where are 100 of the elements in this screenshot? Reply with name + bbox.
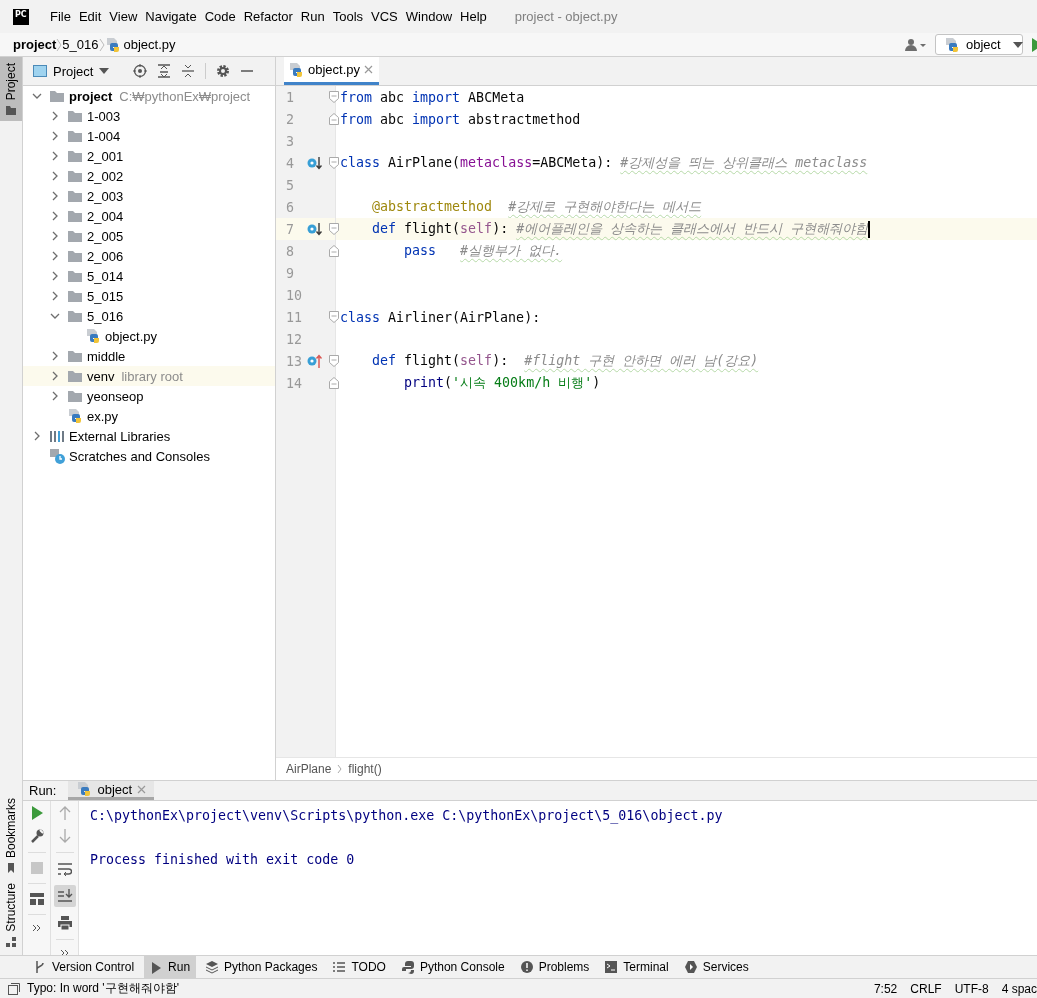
status-item[interactable]: UTF-8: [954, 981, 989, 996]
status-item[interactable]: CRLF: [910, 981, 942, 996]
bookmark-icon: [6, 863, 16, 874]
run-configuration-dropdown[interactable]: object: [935, 34, 1023, 55]
tree-item[interactable]: 2_002: [23, 166, 275, 186]
fold-start-icon[interactable]: [329, 355, 339, 367]
tool-window-tab[interactable]: Structure: [0, 879, 22, 953]
tool-window-button[interactable]: Services: [678, 956, 755, 978]
python-icon: [401, 960, 414, 974]
code-line: class Airliner(AirPlane):: [339, 309, 541, 325]
settings-icon[interactable]: [216, 64, 231, 78]
tool-window-button[interactable]: Python Console: [395, 956, 511, 978]
tree-item[interactable]: 1-003: [23, 106, 275, 126]
tree-item[interactable]: middle: [23, 346, 275, 366]
menu-item[interactable]: Help: [456, 9, 491, 24]
window-icon: [33, 65, 47, 77]
menu-item[interactable]: Navigate: [141, 9, 201, 24]
menu-item[interactable]: Tools: [328, 9, 368, 24]
menu-item[interactable]: File: [46, 9, 75, 24]
print-icon[interactable]: [57, 916, 72, 930]
user-icon[interactable]: [905, 37, 927, 52]
tree-item[interactable]: 5_014: [23, 266, 275, 286]
code-line: print('시속 400km/h 비행'): [403, 374, 601, 392]
tree-item[interactable]: 5_016: [23, 306, 275, 326]
status-item[interactable]: 7:52: [873, 981, 898, 996]
folder-icon: [67, 129, 83, 143]
collapse-all-icon[interactable]: [181, 64, 196, 78]
scroll-to-end-icon[interactable]: [53, 885, 76, 907]
code-line: def flight(self): #flight 구현 안하면 에러 남(강요): [371, 352, 759, 370]
python-file-icon: [288, 61, 304, 78]
tree-item[interactable]: 1-004: [23, 126, 275, 146]
status-item[interactable]: 4 spac: [1001, 981, 1037, 996]
line-number: 7: [286, 221, 294, 237]
tree-item[interactable]: yeonseop: [23, 386, 275, 406]
implemented-marker-icon[interactable]: [307, 156, 322, 171]
line-number: 5: [286, 177, 294, 193]
tree-item[interactable]: External Libraries: [23, 426, 275, 446]
breadcrumb[interactable]: flight(): [348, 762, 382, 776]
text-cursor: [868, 220, 871, 238]
more-icon[interactable]: [31, 924, 42, 932]
tree-item[interactable]: 2_005: [23, 226, 275, 246]
breadcrumb[interactable]: project: [13, 37, 57, 52]
chevron-icon: [98, 37, 105, 52]
tree-item[interactable]: project C:₩pythonEx₩project: [23, 86, 275, 106]
folder-icon: [67, 189, 83, 203]
run-icon[interactable]: [30, 806, 43, 820]
menu-item[interactable]: Window: [401, 9, 457, 24]
fold-start-icon[interactable]: [329, 311, 339, 323]
menu-item[interactable]: VCS: [367, 9, 402, 24]
editor-tab[interactable]: object.py: [284, 57, 380, 85]
tree-item[interactable]: object.py: [23, 326, 275, 346]
folder-icon: [67, 249, 83, 263]
tool-window-tab[interactable]: Bookmarks: [0, 794, 22, 880]
line-number: 3: [286, 133, 294, 149]
tree-item[interactable]: 5_015: [23, 286, 275, 306]
tool-window-button[interactable]: Python Packages: [200, 956, 324, 978]
line-number: 4: [286, 155, 294, 171]
fold-start-icon[interactable]: [329, 157, 339, 169]
services-icon: [684, 960, 697, 974]
run-tab[interactable]: object: [68, 781, 155, 800]
folder-icon: [67, 149, 83, 163]
tree-item[interactable]: 2_001: [23, 146, 275, 166]
locate-icon[interactable]: [133, 64, 148, 78]
tree-item[interactable]: Scratches and Consoles: [23, 446, 275, 466]
breadcrumb[interactable]: object.py: [104, 36, 176, 53]
tool-window-button[interactable]: Problems: [514, 956, 596, 978]
implemented-marker-icon[interactable]: [307, 222, 322, 237]
tree-item[interactable]: 2_003: [23, 186, 275, 206]
breadcrumb[interactable]: AirPlane: [286, 762, 332, 776]
menu-item[interactable]: Edit: [74, 9, 106, 24]
tool-window-button[interactable]: Version Control: [28, 956, 141, 978]
tree-item[interactable]: venv library root: [23, 366, 275, 386]
python-file-icon: [85, 328, 101, 344]
caret-icon: [1012, 41, 1023, 48]
tool-window-tab[interactable]: Project: [0, 57, 22, 122]
tool-window-button[interactable]: Run: [144, 956, 197, 978]
menu-item[interactable]: Refactor: [239, 9, 297, 24]
app-logo: PC: [13, 8, 29, 25]
menu-item[interactable]: Code: [200, 9, 240, 24]
menu-item[interactable]: View: [105, 9, 142, 24]
close-icon[interactable]: [364, 65, 374, 74]
panel-toggle-icon[interactable]: [8, 982, 20, 995]
soft-wrap-icon[interactable]: [57, 862, 72, 876]
code-line: class AirPlane(metaclass=ABCMeta): #강제성을 띄는 상위클래스 metaclass: [339, 154, 868, 172]
folder-icon: [49, 89, 65, 103]
fold-start-icon[interactable]: [329, 223, 339, 235]
menu-item[interactable]: Run: [296, 9, 329, 24]
overriding-marker-icon[interactable]: [307, 354, 322, 369]
fold-start-icon[interactable]: [329, 91, 339, 103]
expand-all-icon[interactable]: [157, 64, 172, 78]
tool-window-button[interactable]: TODO: [327, 956, 392, 978]
breadcrumb[interactable]: 5_016: [62, 37, 99, 52]
tree-item[interactable]: ex.py: [23, 406, 275, 426]
tree-item[interactable]: 2_006: [23, 246, 275, 266]
view-dropdown[interactable]: Project: [33, 63, 110, 79]
tree-item[interactable]: 2_004: [23, 206, 275, 226]
tool-window-button[interactable]: Terminal: [599, 956, 675, 978]
wrench-icon[interactable]: [29, 829, 44, 843]
folder-icon: [67, 169, 83, 183]
layout-icon[interactable]: [29, 893, 44, 905]
